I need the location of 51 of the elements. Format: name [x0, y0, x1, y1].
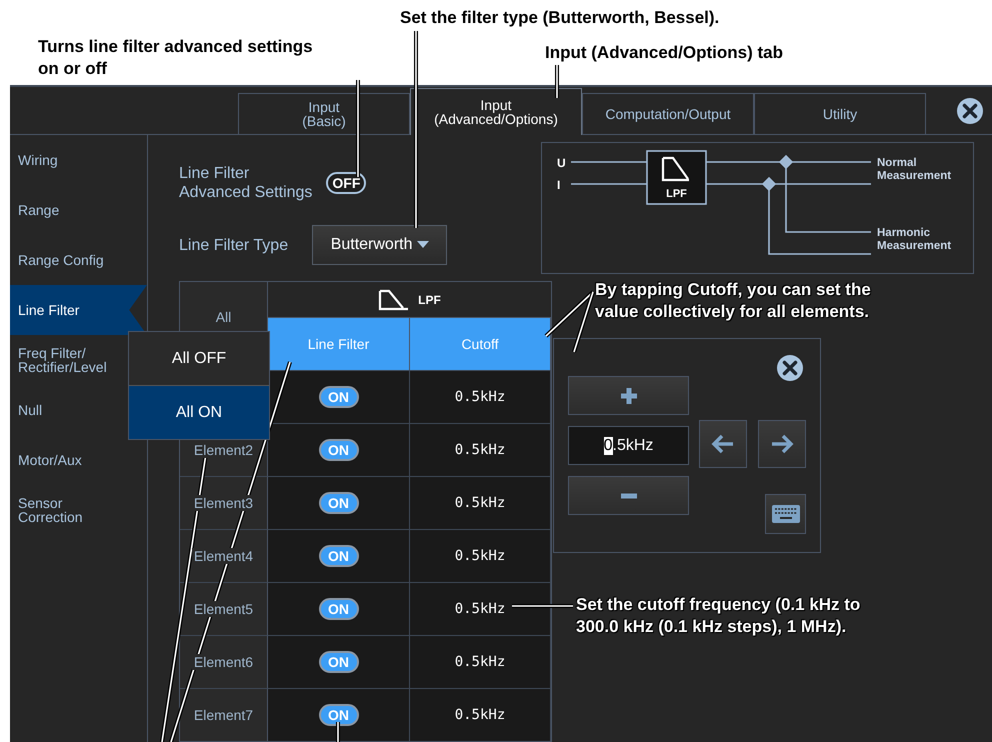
tab[interactable]: Utility: [754, 93, 926, 134]
callout-text: Set the filter type (Butterworth, Bessel).: [400, 7, 720, 29]
cutoff-cell[interactable]: 0.5kHz: [410, 582, 551, 635]
signal-label: I: [557, 178, 560, 192]
arrow-right-icon: [770, 434, 794, 454]
tab[interactable]: Computation/Output: [582, 93, 754, 134]
signal-label: U: [557, 156, 566, 170]
cutoff-cell[interactable]: 0.5kHz: [410, 688, 551, 741]
tab[interactable]: Input (Basic): [238, 93, 410, 134]
cutoff-cell[interactable]: 0.5kHz: [410, 635, 551, 688]
leader-line: [512, 604, 573, 608]
callout-text: Turns line filter advanced settings on or off: [38, 36, 313, 80]
arrow-left-icon: [711, 434, 735, 454]
sidebar-item[interactable]: Range Config: [10, 235, 147, 285]
leader-line: [555, 65, 559, 98]
cursor-left-button[interactable]: [699, 420, 747, 468]
close-icon[interactable]: [776, 354, 804, 382]
increment-button[interactable]: [568, 376, 689, 415]
menu-item[interactable]: All ON: [129, 386, 269, 439]
low-pass-icon: [378, 288, 410, 310]
setting-label: Line Filter Type: [179, 236, 288, 254]
filter-type-dropdown[interactable]: Butterworth: [312, 225, 448, 265]
cursor-right-button[interactable]: [758, 420, 806, 468]
cutoff-cell[interactable]: 0.5kHz: [410, 476, 551, 529]
minus-icon: [620, 492, 638, 498]
leader-line: [336, 722, 340, 742]
keyboard-icon: [772, 505, 800, 523]
tab[interactable]: Input (Advanced/Options): [410, 88, 582, 135]
plus-icon: [620, 386, 638, 404]
value-field[interactable]: 0.5kHz: [568, 426, 689, 465]
element-label: Element6: [192, 654, 256, 670]
element-label: Element4: [192, 548, 256, 564]
callout-text: By tapping Cutoff, you can set the value collectively for all elements.: [595, 279, 871, 323]
caret-icon: [416, 241, 428, 249]
sidebar-item[interactable]: Line Filter: [10, 285, 147, 335]
sidebar-item[interactable]: Sensor Correction: [10, 485, 147, 535]
output-label: Harmonic Measurement: [877, 227, 952, 252]
sidebar-item[interactable]: Range: [10, 185, 147, 235]
cutoff-cell[interactable]: 0.5kHz: [410, 529, 551, 582]
keyboard-button[interactable]: [765, 494, 806, 534]
callout-text: Input (Advanced/Options) tab: [545, 42, 783, 64]
sidebar-item[interactable]: Wiring: [10, 135, 147, 185]
cutoff-cell[interactable]: 0.5kHz: [410, 423, 551, 476]
setting-label: Line Filter Advanced Settings: [179, 164, 312, 202]
filter-block: LPF: [646, 150, 707, 205]
group-label: LPF: [418, 292, 441, 306]
callout-text: Set the cutoff frequency (0.1 kHz to 300.0 kHz (0.1 kHz steps), 1 MHz).: [576, 594, 860, 638]
output-label: Normal Measurement: [877, 157, 952, 182]
close-icon[interactable]: [956, 97, 984, 125]
cutoff-cell[interactable]: 0.5kHz: [410, 370, 551, 423]
toggle-switch[interactable]: OFF: [326, 172, 366, 194]
